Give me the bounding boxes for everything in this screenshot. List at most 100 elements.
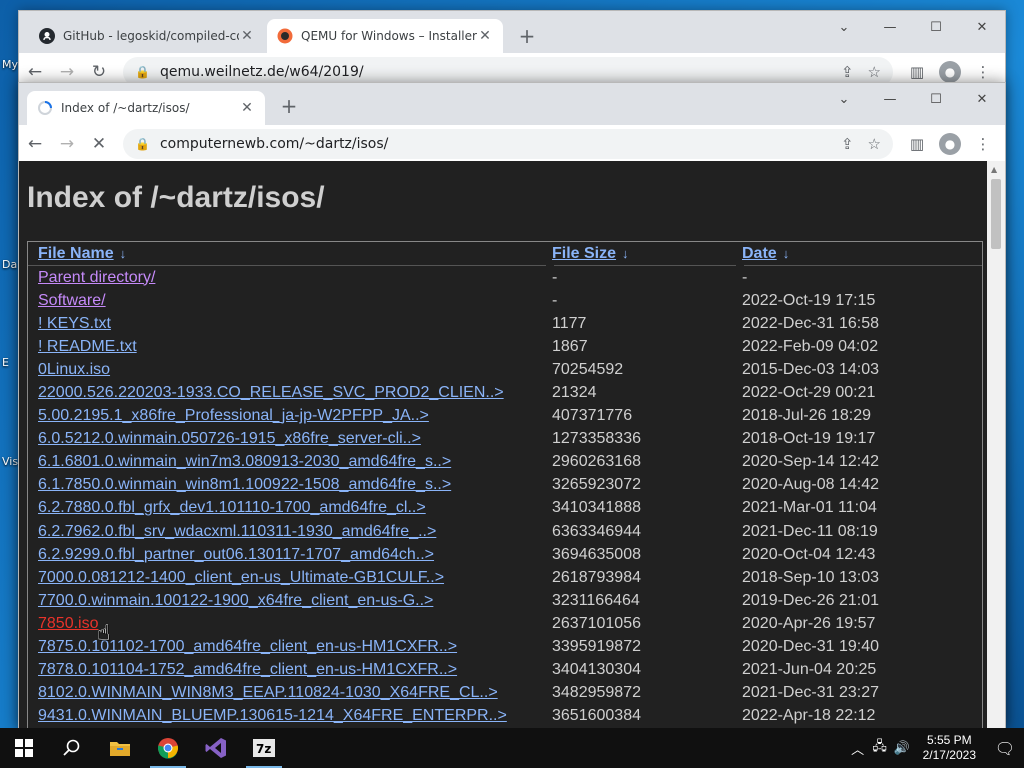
header-divider bbox=[28, 265, 546, 266]
file-link[interactable]: 0Linux.iso bbox=[38, 361, 110, 378]
menu-kebab-icon[interactable]: ⋮ bbox=[967, 128, 999, 160]
file-link[interactable]: 22000.526.220203-1933.CO_RELEASE_SVC_PRO… bbox=[38, 384, 504, 401]
file-size: 3694635008 bbox=[552, 545, 641, 563]
browser-window-front[interactable]: Index of /~dartz/isos/ ✕ + ⌄ — ☐ ✕ ← → ✕… bbox=[18, 82, 1006, 730]
file-link[interactable]: 8102.0.WINMAIN_WIN8M3_EEAP.110824-1030_X… bbox=[38, 684, 498, 701]
search-icon[interactable] bbox=[48, 728, 96, 768]
sort-by-date-link[interactable]: Date bbox=[742, 245, 777, 262]
file-size: 2960263168 bbox=[552, 453, 641, 471]
new-tab-button[interactable]: + bbox=[275, 93, 303, 121]
back-arrow-icon[interactable]: ← bbox=[19, 128, 51, 160]
chrome-icon[interactable] bbox=[144, 728, 192, 768]
file-size: 3482959872 bbox=[552, 684, 641, 702]
network-icon[interactable]: 🖧 bbox=[869, 737, 891, 759]
file-link[interactable]: Parent directory/ bbox=[38, 269, 155, 286]
minimize-icon[interactable]: — bbox=[867, 83, 913, 115]
file-date: 2020-Aug-08 14:42 bbox=[742, 476, 879, 494]
table-row: Software/ - 2022-Oct-19 17:15 bbox=[28, 289, 982, 312]
table-row: 6.2.7962.0.fbl_srv_wdacxml.110311-1930_a… bbox=[28, 520, 982, 543]
profile-avatar-icon[interactable]: ● bbox=[939, 61, 961, 83]
sort-arrow-icon[interactable]: ↓ bbox=[783, 246, 790, 261]
file-link[interactable]: 7878.0.101104-1752_amd64fre_client_en-us… bbox=[38, 661, 457, 678]
file-link[interactable]: 5.00.2195.1_x86fre_Professional_ja-jp-W2… bbox=[38, 407, 429, 424]
file-link[interactable]: Software/ bbox=[38, 292, 106, 309]
file-size: 3231166464 bbox=[552, 591, 640, 609]
maximize-icon[interactable]: ☐ bbox=[913, 83, 959, 115]
stop-loading-icon[interactable]: ✕ bbox=[83, 128, 115, 160]
file-link[interactable]: 7000.0.081212-1400_client_en-us_Ultimate… bbox=[38, 569, 444, 586]
desktop-label[interactable]: E bbox=[2, 356, 9, 369]
file-link[interactable]: 6.1.6801.0.winmain_win7m3.080913-2030_am… bbox=[38, 453, 451, 470]
tab-search-icon[interactable]: ⌄ bbox=[821, 83, 867, 115]
tab-search-icon[interactable]: ⌄ bbox=[821, 11, 867, 43]
file-link[interactable]: 6.2.7962.0.fbl_srv_wdacxml.110311-1930_a… bbox=[38, 523, 436, 540]
scrollbar-thumb[interactable] bbox=[991, 179, 1001, 249]
taskbar: 7z ︿ 🖧 🔊 5:55 PM 2/17/2023 🗨 bbox=[0, 728, 1024, 768]
file-date: 2015-Dec-03 14:03 bbox=[742, 360, 879, 378]
close-window-icon[interactable]: ✕ bbox=[959, 11, 1005, 43]
file-link[interactable]: 9431.0.WINMAIN_BLUEMP.130615-1214_X64FRE… bbox=[38, 707, 507, 724]
share-icon[interactable]: ⇪ bbox=[841, 135, 854, 153]
page-content: Index of /~dartz/isos/ File Name ↓ File S… bbox=[19, 161, 989, 729]
tab-qemu[interactable]: QEMU for Windows – Installers ( ✕ bbox=[267, 19, 503, 53]
sort-by-name-link[interactable]: File Name bbox=[38, 245, 114, 262]
visual-studio-icon[interactable] bbox=[192, 728, 240, 768]
desktop-label[interactable]: My bbox=[2, 58, 18, 71]
sort-arrow-icon[interactable]: ↓ bbox=[622, 246, 629, 261]
bookmark-star-icon[interactable]: ☆ bbox=[868, 135, 881, 153]
page-scrollbar[interactable]: ▲ bbox=[987, 161, 1005, 729]
file-date: 2019-Dec-26 21:01 bbox=[742, 591, 879, 609]
table-row: 6.2.9299.0.fbl_partner_out06.130117-1707… bbox=[28, 543, 982, 566]
notification-icon[interactable]: 🗨 bbox=[986, 739, 1024, 758]
volume-icon[interactable]: 🔊 bbox=[891, 741, 913, 756]
file-link[interactable]: 6.2.9299.0.fbl_partner_out06.130117-1707… bbox=[38, 546, 434, 563]
windows-logo-icon[interactable] bbox=[0, 728, 48, 768]
sort-by-size-link[interactable]: File Size bbox=[552, 245, 616, 262]
desktop-label[interactable]: Da bbox=[2, 258, 17, 271]
address-bar[interactable]: 🔒 computernewb.com/~dartz/isos/ ⇪ ☆ bbox=[123, 129, 893, 159]
file-link[interactable]: ! README.txt bbox=[38, 338, 137, 355]
file-size: 3395919872 bbox=[552, 638, 641, 656]
close-tab-icon[interactable]: ✕ bbox=[239, 100, 255, 116]
lock-icon[interactable]: 🔒 bbox=[135, 137, 150, 151]
tab-index-of-isos[interactable]: Index of /~dartz/isos/ ✕ bbox=[27, 91, 265, 125]
clock-time: 5:55 PM bbox=[926, 733, 972, 747]
close-tab-icon[interactable]: ✕ bbox=[477, 28, 493, 44]
maximize-icon[interactable]: ☐ bbox=[913, 11, 959, 43]
table-row: 8102.0.WINMAIN_WIN8M3_EEAP.110824-1030_X… bbox=[28, 682, 982, 705]
file-link[interactable]: 7700.0.winmain.100122-1900_x64fre_client… bbox=[38, 592, 433, 609]
file-date: 2018-Sep-10 13:03 bbox=[742, 568, 879, 586]
lock-icon[interactable]: 🔒 bbox=[135, 65, 150, 79]
file-listing-table: File Name ↓ File Size ↓ Date ↓ Parent direc… bbox=[27, 241, 983, 729]
file-size: 407371776 bbox=[552, 407, 633, 425]
folder-icon[interactable] bbox=[96, 728, 144, 768]
file-date: 2022-Dec-31 16:58 bbox=[742, 314, 879, 332]
side-panel-icon[interactable]: ▥ bbox=[901, 128, 933, 160]
sort-arrow-icon[interactable]: ↓ bbox=[120, 246, 127, 261]
desktop-label[interactable]: Vis bbox=[2, 455, 18, 468]
file-date: 2022-Apr-18 22:12 bbox=[742, 707, 876, 725]
forward-arrow-icon[interactable]: → bbox=[51, 128, 83, 160]
table-row: 6.0.5212.0.winmain.050726-1915_x86fre_se… bbox=[28, 428, 982, 451]
minimize-icon[interactable]: — bbox=[867, 11, 913, 43]
tab-github[interactable]: GitHub - legoskid/compiled-coll ✕ bbox=[29, 19, 265, 53]
close-tab-icon[interactable]: ✕ bbox=[239, 28, 255, 44]
table-row: 5.00.2195.1_x86fre_Professional_ja-jp-W2… bbox=[28, 405, 982, 428]
file-size: 1867 bbox=[552, 337, 588, 355]
file-link[interactable]: 7850.iso bbox=[38, 615, 99, 632]
bookmark-star-icon[interactable]: ☆ bbox=[868, 63, 881, 81]
file-link[interactable]: 6.2.7880.0.fbl_grfx_dev1.101110-1700_amd… bbox=[38, 499, 426, 516]
close-window-icon[interactable]: ✕ bbox=[959, 83, 1005, 115]
profile-avatar-icon[interactable]: ● bbox=[939, 133, 961, 155]
svg-text:7z: 7z bbox=[256, 742, 271, 756]
file-link[interactable]: ! KEYS.txt bbox=[38, 315, 111, 332]
chevron-up-icon[interactable]: ︿ bbox=[847, 739, 869, 758]
file-link[interactable]: 6.1.7850.0.winmain_win8m1.100922-1508_am… bbox=[38, 476, 451, 493]
file-link[interactable]: 6.0.5212.0.winmain.050726-1915_x86fre_se… bbox=[38, 430, 421, 447]
scroll-up-icon[interactable]: ▲ bbox=[991, 165, 997, 174]
table-row: 7850.iso 2637101056 2020-Apr-26 19:57 bbox=[28, 612, 982, 635]
7zip-icon[interactable]: 7z bbox=[240, 728, 288, 768]
share-icon[interactable]: ⇪ bbox=[841, 63, 854, 81]
clock[interactable]: 5:55 PM 2/17/2023 bbox=[913, 733, 986, 763]
new-tab-button[interactable]: + bbox=[513, 23, 541, 51]
